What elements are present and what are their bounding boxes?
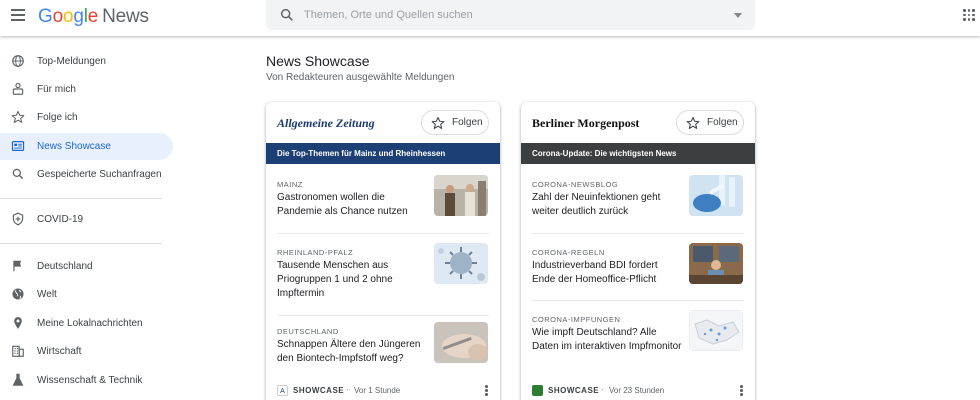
story-item[interactable]: CORONA-REGELN Industrieverband BDI forde…	[521, 243, 755, 316]
card-banner[interactable]: Corona-Update: Die wichtigsten News	[521, 143, 755, 164]
sidebar-item-welt[interactable]: Welt	[0, 281, 173, 308]
sidebar-item-fuer-mich[interactable]: Für mich	[0, 76, 173, 103]
showcase-icon	[11, 141, 25, 151]
story-thumbnail[interactable]	[689, 310, 743, 351]
search-input[interactable]	[304, 6, 704, 24]
sidebar-item-label: COVID-19	[37, 214, 84, 225]
story-category: CORONA-REGELN	[532, 248, 605, 257]
sidebar-item-deutschland[interactable]: Deutschland	[0, 253, 173, 280]
story-thumbnail[interactable]	[689, 243, 743, 284]
sidebar-item-folge-ich[interactable]: Folge ich	[0, 104, 173, 131]
story-divider	[532, 233, 744, 234]
person-icon	[12, 82, 24, 95]
sidebar-item-top-meldungen[interactable]: Top-Meldungen	[0, 48, 173, 75]
story-headline[interactable]: Gastronomen wollen die Pandemie als Chan…	[277, 191, 427, 219]
sidebar-divider	[0, 243, 162, 244]
sidebar-item-wissenschaft-technik[interactable]: Wissenschaft & Technik	[0, 367, 173, 394]
globe-icon	[12, 55, 24, 67]
sidebar-item-label: Für mich	[37, 84, 76, 95]
building-icon	[12, 345, 24, 357]
publisher-logo[interactable]: Allgemeine Zeitung	[277, 116, 375, 131]
story-item[interactable]: RHEINLAND-PFALZ Tausende Menschen aus Pr…	[266, 243, 500, 316]
sidebar-item-label: Folge ich	[37, 112, 78, 123]
story-category: CORONA-IMPFUNGEN	[532, 315, 621, 324]
story-thumbnail[interactable]	[434, 175, 488, 216]
search-icon	[12, 168, 24, 180]
follow-label: Folgen	[707, 117, 738, 128]
follow-label: Folgen	[452, 117, 483, 128]
story-thumbnail[interactable]	[689, 175, 743, 216]
timestamp: Vor 23 Stunden	[609, 386, 665, 395]
sidebar-item-label: Gespeicherte Suchanfragen	[37, 169, 162, 180]
separator-dot: ·	[601, 385, 604, 394]
star-icon	[686, 116, 700, 129]
story-divider	[532, 300, 744, 301]
world-icon	[12, 288, 24, 300]
more-options-icon[interactable]	[740, 385, 744, 397]
story-headline[interactable]: Schnappen Ältere den Jüngeren den Bionte…	[277, 338, 427, 366]
shield-plus-icon	[12, 212, 24, 226]
source-icon: A	[277, 385, 288, 396]
star-icon	[11, 110, 25, 123]
timestamp: Vor 1 Stunde	[354, 386, 401, 395]
sidebar-item-wirtschaft[interactable]: Wirtschaft	[0, 338, 173, 365]
story-thumbnail[interactable]	[434, 243, 488, 284]
story-item[interactable]: CORONA-NEWSBLOG Zahl der Neuinfektionen …	[521, 175, 755, 248]
sidebar-item-label: Welt	[37, 289, 57, 300]
menu-icon[interactable]	[11, 9, 25, 21]
story-headline[interactable]: Industrieverband BDI fordert Ende der Ho…	[532, 259, 682, 287]
story-headline[interactable]: Wie impft Deutschland? Alle Daten im int…	[532, 326, 682, 354]
story-headline[interactable]: Tausende Menschen aus Priogruppen 1 und …	[277, 259, 427, 301]
star-icon	[431, 116, 445, 129]
showcase-label: SHOWCASE	[293, 386, 345, 395]
story-headline[interactable]: Zahl der Neuinfektionen geht weiter deut…	[532, 191, 682, 219]
story-item[interactable]: CORONA-IMPFUNGEN Wie impft Deutschland? …	[521, 310, 755, 383]
story-category: RHEINLAND-PFALZ	[277, 248, 354, 257]
story-divider	[277, 315, 489, 316]
showcase-card-berliner-morgenpost: Berliner Morgenpost Folgen Corona-Update…	[521, 102, 755, 400]
story-category: CORONA-NEWSBLOG	[532, 180, 619, 189]
showcase-label: SHOWCASE	[548, 386, 600, 395]
card-footer: A SHOWCASE · Vor 1 Stunde	[266, 383, 500, 400]
sidebar: Top-Meldungen Für mich Folge ich News Sh…	[0, 36, 180, 400]
sidebar-item-meine-lokalnachrichten[interactable]: Meine Lokalnachrichten	[0, 310, 173, 337]
search-icon[interactable]	[279, 7, 295, 23]
flask-icon	[12, 373, 24, 386]
page-title: News Showcase	[266, 53, 370, 69]
story-category: DEUTSCHLAND	[277, 327, 339, 336]
separator-dot: ·	[346, 385, 349, 394]
apps-grid-icon[interactable]	[963, 9, 975, 21]
follow-button[interactable]: Folgen	[421, 110, 489, 135]
sidebar-item-label: Meine Lokalnachrichten	[37, 318, 143, 329]
story-divider	[277, 233, 489, 234]
top-bar: Google News	[0, 0, 980, 36]
sidebar-item-label: Deutschland	[37, 261, 93, 272]
source-icon	[532, 385, 543, 396]
story-thumbnail[interactable]	[434, 322, 488, 363]
sidebar-item-gespeicherte-suchanfragen[interactable]: Gespeicherte Suchanfragen	[0, 161, 173, 188]
card-footer: SHOWCASE · Vor 23 Stunden	[521, 383, 755, 400]
sidebar-item-label: Top-Meldungen	[37, 56, 106, 67]
sidebar-item-label: Wirtschaft	[37, 346, 82, 357]
flag-icon	[13, 260, 22, 272]
page-subtitle: Von Redakteuren ausgewählte Meldungen	[266, 72, 455, 83]
story-category: MAINZ	[277, 180, 303, 189]
pin-icon	[14, 317, 22, 329]
showcase-card-allgemeine-zeitung: Allgemeine Zeitung Folgen Die Top-Themen…	[266, 102, 500, 400]
google-news-logo[interactable]: Google News	[38, 6, 149, 28]
story-item[interactable]: MAINZ Gastronomen wollen die Pandemie al…	[266, 175, 500, 248]
publisher-logo[interactable]: Berliner Morgenpost	[532, 116, 639, 131]
sidebar-item-news-showcase[interactable]: News Showcase	[0, 133, 173, 160]
more-options-icon[interactable]	[485, 385, 489, 397]
search-options-dropdown-icon[interactable]	[734, 13, 742, 18]
follow-button[interactable]: Folgen	[676, 110, 744, 135]
sidebar-item-label: Wissenschaft & Technik	[37, 375, 143, 386]
sidebar-item-covid-19[interactable]: COVID-19	[0, 206, 173, 233]
card-banner[interactable]: Die Top-Themen für Mainz und Rheinhessen	[266, 143, 500, 164]
sidebar-divider	[0, 198, 162, 199]
sidebar-item-label: News Showcase	[37, 141, 111, 152]
search-bar[interactable]	[266, 0, 755, 30]
